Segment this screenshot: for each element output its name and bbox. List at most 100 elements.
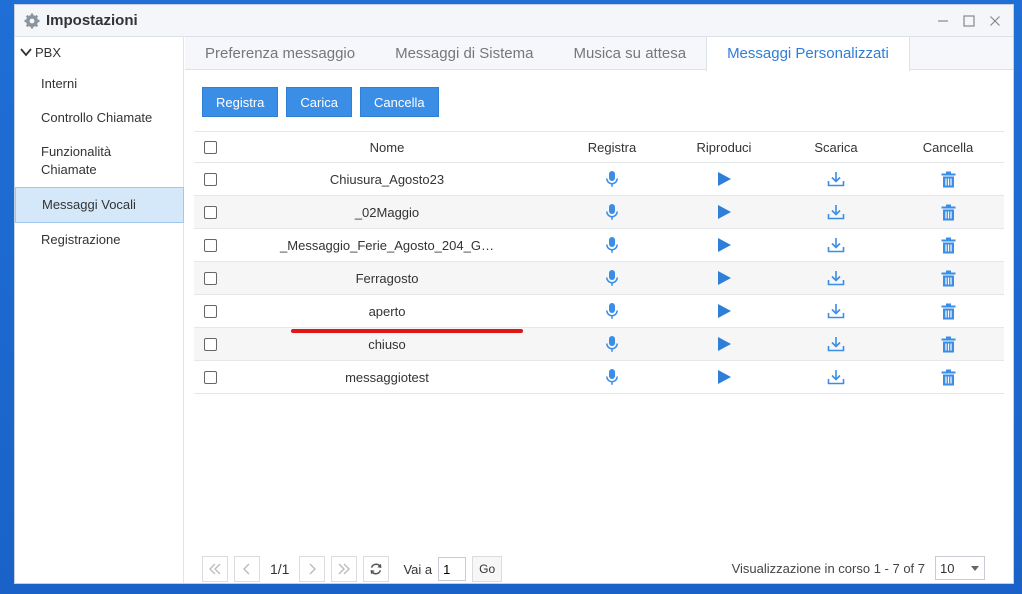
table-row[interactable]: Ferragosto bbox=[194, 262, 1004, 295]
sidebar-item-controllo-chiamate[interactable]: Controllo Chiamate bbox=[15, 101, 183, 135]
trash-icon[interactable] bbox=[939, 203, 957, 221]
upload-button[interactable]: Carica bbox=[286, 87, 352, 117]
red-highlight-underline bbox=[291, 329, 523, 333]
microphone-icon[interactable] bbox=[603, 203, 621, 221]
caret-down-icon bbox=[971, 566, 979, 571]
sidebar-item-registrazione[interactable]: Registrazione bbox=[15, 223, 183, 257]
play-icon[interactable] bbox=[715, 170, 733, 188]
row-checkbox[interactable] bbox=[203, 337, 217, 351]
tab-musica-su-attesa[interactable]: Musica su attesa bbox=[554, 37, 707, 70]
pagination: 1/1 Vai a Go bbox=[202, 556, 503, 582]
maximize-icon bbox=[963, 15, 975, 27]
play-icon[interactable] bbox=[715, 368, 733, 386]
table-row[interactable]: aperto bbox=[194, 295, 1004, 328]
window-title: Impostazioni bbox=[46, 12, 138, 29]
select-all-checkbox[interactable] bbox=[203, 140, 217, 154]
trash-icon[interactable] bbox=[939, 236, 957, 254]
minimize-icon bbox=[938, 20, 948, 22]
sidebar-item-funzionalita-chiamate[interactable]: Funzionalità Chiamate bbox=[15, 135, 135, 187]
download-icon[interactable] bbox=[827, 302, 845, 320]
goto-page-input[interactable] bbox=[438, 557, 467, 581]
first-page-button[interactable] bbox=[202, 556, 228, 582]
play-icon[interactable] bbox=[715, 302, 733, 320]
header-download: Scarica bbox=[814, 139, 858, 155]
download-icon[interactable] bbox=[827, 170, 845, 188]
tab-messaggi-personalizzati[interactable]: Messaggi Personalizzati bbox=[706, 37, 910, 71]
tab-messaggi-di-sistema[interactable]: Messaggi di Sistema bbox=[375, 37, 553, 70]
close-icon bbox=[990, 16, 1000, 26]
next-page-button[interactable] bbox=[299, 556, 326, 582]
maximize-button[interactable] bbox=[959, 11, 979, 31]
window-controls bbox=[933, 5, 1005, 37]
sidebar: PBX Interni Controllo Chiamate Funzional… bbox=[15, 37, 184, 583]
download-icon[interactable] bbox=[827, 236, 845, 254]
sidebar-root-label: PBX bbox=[35, 44, 62, 60]
gear-icon bbox=[24, 13, 40, 29]
row-checkbox[interactable] bbox=[203, 172, 217, 186]
page-size-select[interactable]: 10 bbox=[935, 556, 985, 580]
record-button[interactable]: Registra bbox=[202, 87, 279, 117]
chevron-left-icon bbox=[243, 563, 250, 575]
trash-icon[interactable] bbox=[939, 170, 957, 188]
sidebar-item-messaggi-vocali[interactable]: Messaggi Vocali bbox=[15, 187, 184, 223]
row-checkbox[interactable] bbox=[203, 205, 217, 219]
trash-icon[interactable] bbox=[939, 335, 957, 353]
microphone-icon[interactable] bbox=[603, 335, 621, 353]
row-checkbox[interactable] bbox=[203, 304, 217, 318]
page-size-value: 10 bbox=[940, 560, 955, 576]
trash-icon[interactable] bbox=[939, 269, 957, 287]
message-name: _Messaggio_Ferie_Agosto_204_G… bbox=[280, 237, 494, 253]
table-header: Nome Registra Riproduci Scarica Cancella bbox=[194, 131, 1004, 163]
download-icon[interactable] bbox=[827, 269, 845, 287]
microphone-icon[interactable] bbox=[603, 170, 621, 188]
download-icon[interactable] bbox=[827, 203, 845, 221]
play-icon[interactable] bbox=[715, 335, 733, 353]
toolbar: Registra Carica Cancella bbox=[202, 87, 439, 117]
header-name[interactable]: Nome bbox=[370, 140, 405, 155]
chevron-right-icon bbox=[309, 563, 317, 575]
microphone-icon[interactable] bbox=[603, 368, 621, 386]
sidebar-root-pbx[interactable]: PBX bbox=[15, 37, 183, 67]
page-indicator: 1/1 bbox=[270, 561, 290, 577]
download-icon[interactable] bbox=[827, 335, 845, 353]
goto-label: Vai a bbox=[403, 561, 433, 577]
title-bar: Impostazioni bbox=[15, 5, 1013, 37]
double-chevron-left-icon bbox=[209, 563, 221, 575]
microphone-icon[interactable] bbox=[603, 269, 621, 287]
double-chevron-right-icon bbox=[338, 563, 351, 575]
message-name: Ferragosto bbox=[355, 270, 419, 286]
prev-page-button[interactable] bbox=[234, 556, 260, 582]
trash-icon[interactable] bbox=[939, 302, 957, 320]
table-row[interactable]: _02Maggio bbox=[194, 196, 1004, 229]
row-checkbox[interactable] bbox=[203, 271, 217, 285]
row-checkbox[interactable] bbox=[203, 238, 217, 252]
tab-preferenza-messaggio[interactable]: Preferenza messaggio bbox=[185, 37, 375, 70]
message-name: _02Maggio bbox=[354, 204, 420, 220]
close-button[interactable] bbox=[985, 11, 1005, 31]
trash-icon[interactable] bbox=[939, 368, 957, 386]
go-button[interactable]: Go bbox=[472, 556, 503, 582]
table-row[interactable]: messaggiotest bbox=[194, 361, 1004, 394]
play-icon[interactable] bbox=[715, 203, 733, 221]
microphone-icon[interactable] bbox=[603, 236, 621, 254]
download-icon[interactable] bbox=[827, 368, 845, 386]
settings-window: Impostazioni PBX Interni Controllo Chiam… bbox=[14, 4, 1014, 584]
refresh-icon bbox=[371, 563, 382, 575]
play-icon[interactable] bbox=[715, 269, 733, 287]
delete-button[interactable]: Cancella bbox=[360, 87, 439, 117]
header-play: Riproduci bbox=[696, 139, 752, 155]
sidebar-item-interni[interactable]: Interni bbox=[15, 67, 183, 101]
last-page-button[interactable] bbox=[331, 556, 358, 582]
row-checkbox[interactable] bbox=[203, 370, 217, 384]
play-icon[interactable] bbox=[715, 236, 733, 254]
microphone-icon[interactable] bbox=[603, 302, 621, 320]
pagination-info: Visualizzazione in corso 1 - 7 of 7 10 bbox=[732, 556, 985, 580]
refresh-button[interactable] bbox=[363, 556, 390, 582]
message-name: messaggiotest bbox=[345, 369, 429, 385]
table-row[interactable]: Chiusura_Agosto23 bbox=[194, 163, 1004, 196]
minimize-button[interactable] bbox=[933, 11, 953, 31]
header-delete: Cancella bbox=[922, 139, 974, 155]
messages-table: Nome Registra Riproduci Scarica Cancella… bbox=[194, 131, 1004, 394]
table-row[interactable]: _Messaggio_Ferie_Agosto_204_G… bbox=[194, 229, 1004, 262]
tab-bar: Preferenza messaggio Messaggi di Sistema… bbox=[185, 37, 1013, 71]
